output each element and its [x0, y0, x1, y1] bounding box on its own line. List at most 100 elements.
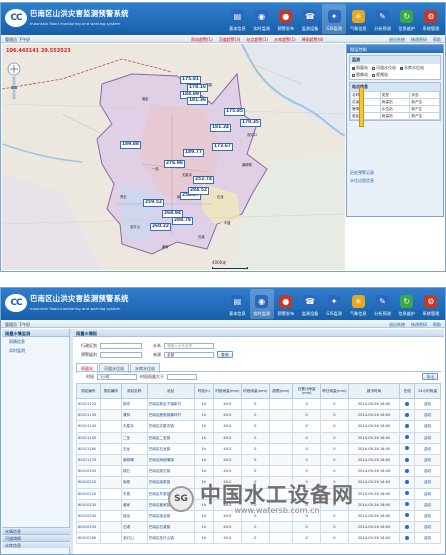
alert-item[interactable]: 降雨超警(8)	[302, 37, 324, 42]
period-select[interactable]: 1小时	[97, 373, 137, 380]
nav-item-3[interactable]: ● 预警发布	[274, 289, 298, 319]
accordion-reservoir[interactable]: 水库信息	[2, 541, 70, 548]
logout-link[interactable]: 退出系统	[389, 322, 405, 327]
column-header[interactable]: 测站编码	[99, 383, 122, 399]
change-password-link[interactable]: 修改密码	[411, 322, 427, 327]
nav-item-4[interactable]: ☎ 监测设备	[298, 4, 322, 34]
nav-item-1[interactable]: ▤ 基本信息	[225, 289, 249, 319]
region-input[interactable]	[100, 342, 142, 349]
station-marker[interactable]: 181.34	[210, 124, 231, 132]
station-marker[interactable]: 181.36	[187, 97, 208, 105]
curve-link[interactable]: 曲线	[414, 431, 441, 444]
table-row[interactable]: 60011130 兼林 巴南区鹿角镇兼林村 1h 40.0 0 0 0 2014-09-26 1…	[76, 409, 441, 422]
warning-level-select[interactable]	[100, 351, 142, 358]
nav-item-5[interactable]: ✦ GIS监测	[322, 289, 346, 319]
history-warning-link[interactable]: 历史预警记录	[347, 169, 443, 177]
column-header[interactable]: 报汛时间	[347, 383, 401, 399]
table-row[interactable]: 60011150 二圣 巴南区二圣镇 1h 40.0 0 0 0 2014-09-26 16:0…	[76, 431, 441, 444]
station-marker[interactable]: 175.81	[180, 76, 201, 84]
help-link[interactable]: 帮助	[433, 322, 441, 327]
column-header[interactable]: 日累计雨量(mm)	[292, 383, 322, 399]
station-marker[interactable]: 284.52	[188, 187, 209, 195]
water-process-link[interactable]: 水位过程信息	[347, 177, 443, 185]
layer-check-river[interactable]: 河道水位站	[372, 65, 396, 71]
table-row[interactable]: 60010200 跳石 巴南区跳石镇 1h 40.0 0 0 0 2014-09-26 16:0…	[76, 465, 441, 478]
help-link[interactable]: 帮助	[433, 37, 441, 42]
logout-link[interactable]: 退出系统	[389, 37, 405, 42]
column-header[interactable]: 测站名称	[120, 383, 148, 399]
nav-item-6[interactable]: ☀ 气象信息	[346, 289, 370, 319]
table-row[interactable]: 60011120 新安 巴南区新店子镇新村 1h 40.0 0 0 0 2014-09-26 1…	[76, 397, 441, 411]
station-marker[interactable]: 170.35	[240, 119, 261, 127]
search-button[interactable]: 查询	[217, 351, 233, 358]
layer-check-image[interactable]: 图像站	[352, 72, 368, 78]
table-row[interactable]: 60010250 石滩 巴南区石滩镇 1h 40.0 0 0 0 2014-09-26 16:0…	[76, 521, 441, 534]
layer-check-video[interactable]: 视频站	[372, 72, 388, 78]
nav-item-2[interactable]: ◉ 实时监测	[249, 289, 274, 319]
layer-check-rain[interactable]: 雨量站	[352, 65, 368, 71]
curve-link[interactable]: 曲线	[414, 476, 441, 489]
curve-link[interactable]: 曲线	[414, 498, 441, 511]
nav-item-6[interactable]: ☀ 气象信息	[346, 4, 370, 34]
station-marker[interactable]: 252.74	[193, 176, 214, 184]
nav-item-7[interactable]: ✎ 分析预测	[370, 289, 394, 319]
table-row[interactable]: 60011160 石龙 巴南区石龙镇 1h 40.0 0 0 0 2014-09-26 16:0…	[76, 442, 441, 455]
accordion-river-moisture[interactable]: 河道墒情	[2, 534, 70, 541]
alert-item[interactable]: 雨站超警(1)	[191, 37, 213, 42]
gis-map[interactable]: 106.443141 29.553523 4000米 木洞镇南彭界石麻柳嘴石龙丰…	[2, 44, 345, 270]
nav-item-8[interactable]: ↻ 信息维护	[395, 289, 419, 319]
column-header[interactable]: 时段(h)	[193, 383, 215, 399]
nav-item-9[interactable]: ⚙ 系统管理	[419, 4, 443, 34]
column-header[interactable]: 超限(mm)	[268, 383, 294, 399]
curve-link[interactable]: 曲线	[414, 453, 441, 467]
river-input[interactable]: 请输入水系名称	[164, 342, 214, 349]
alert-item[interactable]: 水库超警(1)	[274, 37, 296, 42]
station-marker[interactable]: 175.85	[224, 108, 245, 116]
table-row[interactable]: 60011140 天星寺 巴南区天星寺镇 1h 40.0 0 0 0 2014-09-26 16…	[76, 420, 441, 433]
column-header[interactable]: 站址	[146, 383, 195, 399]
panel-toggle-handle[interactable]	[359, 87, 364, 127]
curve-link[interactable]: 曲线	[414, 397, 441, 411]
table-row[interactable]: 60010260 圣灯山 巴南区圣灯山镇 1h 40.0 0 0 0 2014-09-26 16…	[76, 532, 441, 545]
station-marker[interactable]: 276.96	[164, 160, 185, 168]
station-marker[interactable]: 189.88	[120, 141, 141, 149]
column-header[interactable]: 时段雨量(mm)	[213, 383, 242, 399]
threshold-input[interactable]	[167, 373, 197, 380]
column-header[interactable]: 时段雨量(mm)	[240, 383, 270, 399]
curve-link[interactable]: 曲线	[414, 487, 441, 500]
curve-link[interactable]: 曲线	[414, 409, 441, 422]
nav-item-8[interactable]: ↻ 信息维护	[395, 4, 419, 34]
column-header[interactable]: 测站编号	[76, 383, 101, 399]
column-header[interactable]: 24小时雨量	[414, 383, 441, 399]
export-button[interactable]: 导出	[422, 373, 438, 380]
nav-item-9[interactable]: ⚙ 系统管理	[419, 289, 443, 319]
nav-item-4[interactable]: ☎ 监测设备	[298, 289, 322, 319]
change-password-link[interactable]: 修改密码	[411, 37, 427, 42]
station-marker[interactable]: 173.67	[212, 143, 233, 151]
nav-item-5[interactable]: ✦ GIS监测	[322, 4, 347, 34]
nav-item-7[interactable]: ✎ 分析预测	[370, 4, 394, 34]
curve-link[interactable]: 曲线	[414, 521, 441, 534]
curve-link[interactable]: 曲线	[414, 532, 441, 545]
station-marker[interactable]: 260.22	[150, 223, 171, 231]
accordion-water-info[interactable]: 水情信息	[2, 527, 70, 534]
sidebar-item-realtime[interactable]: 实时监测	[2, 346, 69, 355]
table-row[interactable]: 60011170 麻柳嘴 巴南区麻柳嘴镇 1h 40.0 0 0 0 2014-09-26 16…	[76, 453, 441, 467]
alert-item[interactable]: 河道超警(3)	[219, 37, 241, 42]
station-marker[interactable]: 189.77	[183, 149, 204, 157]
curve-link[interactable]: 曲线	[414, 420, 441, 433]
sidebar-item-rain-info[interactable]: 雨情信息	[2, 337, 69, 346]
source-select[interactable]: 全部	[164, 351, 214, 358]
curve-link[interactable]: 曲线	[414, 465, 441, 478]
alert-item[interactable]: 站点超警(1)	[246, 37, 268, 42]
curve-link[interactable]: 曲线	[414, 509, 441, 523]
nav-item-2[interactable]: ◉ 实时监测	[250, 4, 274, 34]
layer-check-reservoir[interactable]: 水库水位站	[400, 65, 424, 71]
nav-item-1[interactable]: ▤ 基本信息	[225, 4, 249, 34]
nav-item-3[interactable]: ● 预警发布	[274, 4, 298, 34]
station-marker[interactable]: 259.52	[143, 199, 164, 207]
curve-link[interactable]: 曲线	[414, 442, 441, 455]
zoom-control-icon[interactable]	[7, 62, 21, 102]
station-marker[interactable]: 288.78	[172, 217, 193, 225]
column-header[interactable]: 在线	[399, 383, 416, 399]
